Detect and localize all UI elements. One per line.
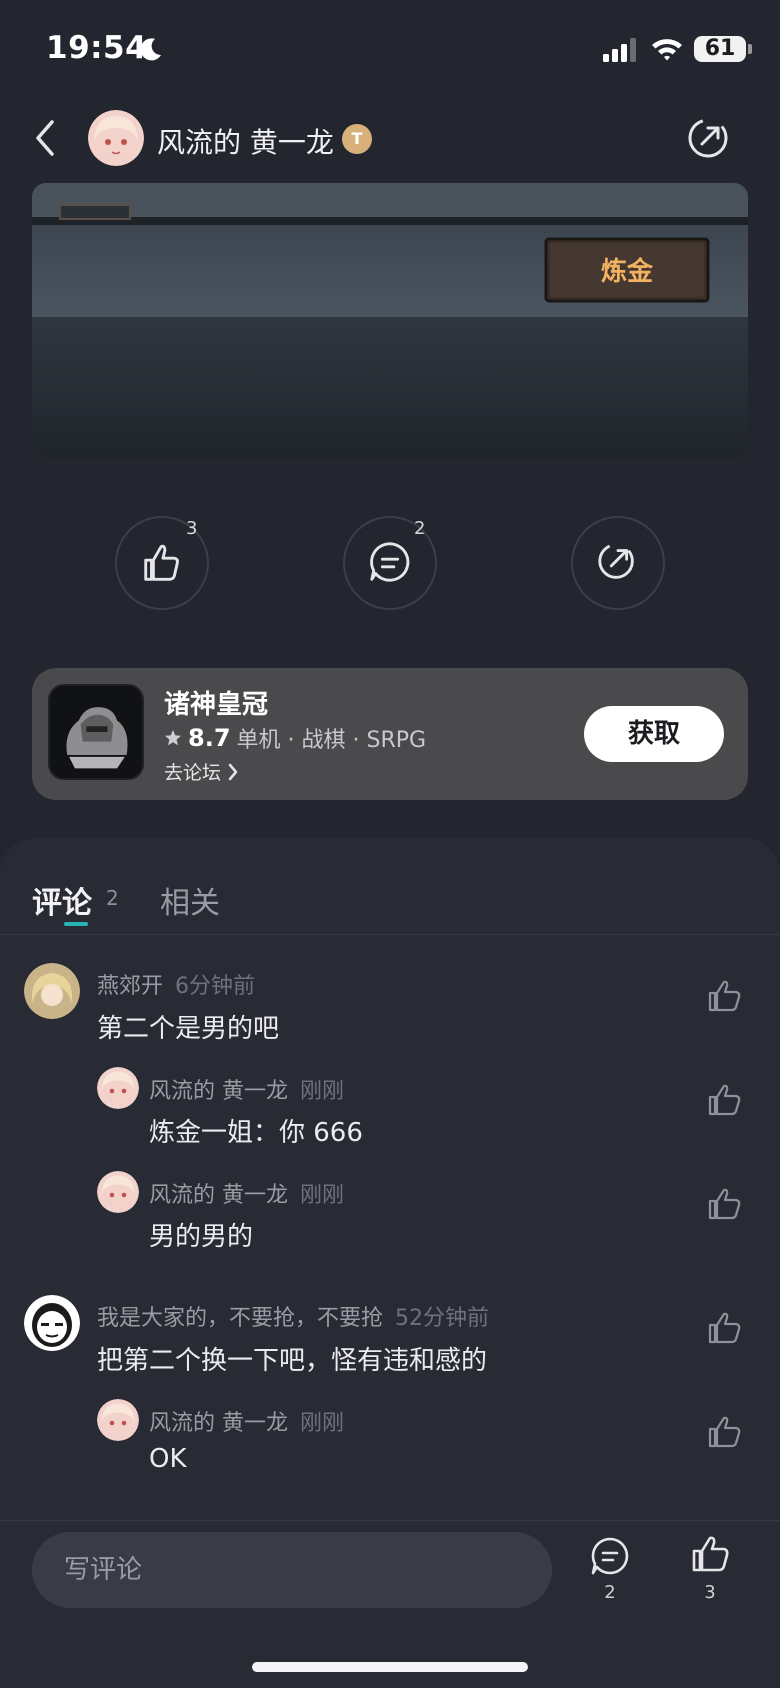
reply-time: 刚刚 (300, 1079, 345, 1104)
reply-user[interactable]: 风流的 黄一龙 (149, 1177, 288, 1209)
moon-icon (140, 38, 161, 61)
comment-like-icon[interactable] (706, 1310, 742, 1346)
bottom-comment-icon[interactable] (590, 1536, 630, 1576)
bottom-like-count: 3 (704, 1582, 716, 1603)
share-icon[interactable] (686, 116, 730, 160)
reply-like-icon[interactable] (706, 1414, 742, 1450)
home-indicator[interactable] (252, 1662, 528, 1672)
comment-text: 第二个是男的吧 (97, 1014, 280, 1044)
game-icon[interactable] (48, 684, 144, 780)
game-rating: 8.7 (188, 724, 231, 752)
bottom-like-icon[interactable] (690, 1534, 730, 1574)
status-time: 19:54 (46, 30, 148, 66)
share-icon (598, 543, 634, 579)
tab-indicator (64, 922, 88, 926)
comment-like-icon[interactable] (706, 978, 742, 1014)
forum-link-label: 去论坛 (164, 762, 222, 784)
reply-avatar[interactable] (97, 1067, 139, 1109)
reply-meta: 风流的 黄一龙 刚刚 (149, 1405, 344, 1437)
comment-meta: 燕郊开 6分钟前 (97, 968, 255, 1000)
signal-icon (603, 38, 636, 62)
reply-like-icon[interactable] (706, 1186, 742, 1222)
game-meta: 8.7 单机 · 战棋 · SRPG (164, 722, 426, 754)
tab-related[interactable]: 相关 (160, 878, 220, 922)
post-image[interactable]: 炼金 (32, 183, 748, 459)
reply-text: OK (149, 1444, 187, 1474)
forum-link[interactable]: 去论坛 (164, 758, 239, 785)
comment-time: 52分钟前 (395, 1306, 490, 1331)
comment-count: 2 (414, 518, 426, 539)
game-name[interactable]: 诸神皇冠 (164, 684, 268, 721)
tabs-divider (0, 934, 780, 935)
reply-meta: 风流的 黄一龙 刚刚 (149, 1073, 344, 1105)
commenter-avatar[interactable] (24, 963, 80, 1019)
reply-avatar[interactable] (97, 1399, 139, 1441)
share-button[interactable] (571, 516, 665, 610)
reply-like-icon[interactable] (706, 1082, 742, 1118)
commenter-avatar[interactable] (24, 1295, 80, 1351)
back-button[interactable] (28, 116, 62, 160)
comment-meta: 我是大家的，不要抢，不要抢 52分钟前 (97, 1300, 489, 1332)
sign-text: 炼金 (601, 256, 654, 287)
comment-time: 6分钟前 (175, 974, 256, 999)
author-badge: T (342, 124, 372, 154)
chevron-right-icon (228, 763, 238, 780)
author-avatar[interactable] (88, 110, 144, 166)
reply-time: 刚刚 (300, 1411, 345, 1436)
bottom-divider (0, 1520, 780, 1521)
comment-input[interactable]: 写评论 (32, 1532, 552, 1608)
game-tags: 单机 · 战棋 · SRPG (236, 728, 427, 753)
comment-text: 把第二个换一下吧，怪有违和感的 (97, 1346, 488, 1376)
reply-time: 刚刚 (300, 1183, 345, 1208)
reply-meta: 风流的 黄一龙 刚刚 (149, 1177, 344, 1209)
reply-text: 炼金一姐：你 666 (149, 1118, 363, 1148)
battery-indicator: 61 (694, 36, 746, 62)
reply-user[interactable]: 风流的 黄一龙 (149, 1405, 288, 1437)
reply-user[interactable]: 风流的 黄一龙 (149, 1073, 288, 1105)
comment-user[interactable]: 我是大家的，不要抢，不要抢 (97, 1300, 383, 1332)
star-icon (165, 730, 181, 746)
like-count: 3 (186, 518, 198, 539)
wifi-icon (652, 39, 682, 61)
comment-user[interactable]: 燕郊开 (97, 968, 163, 1000)
tab-comments-count: 2 (106, 886, 119, 910)
bottom-comment-count: 2 (604, 1582, 616, 1603)
author-name[interactable]: 风流的 黄一龙 (157, 121, 334, 161)
reply-text: 男的男的 (149, 1222, 254, 1252)
battery-nub (748, 44, 752, 54)
reply-avatar[interactable] (97, 1171, 139, 1213)
tab-comments[interactable]: 评论 (32, 878, 92, 922)
get-button[interactable]: 获取 (584, 706, 724, 762)
